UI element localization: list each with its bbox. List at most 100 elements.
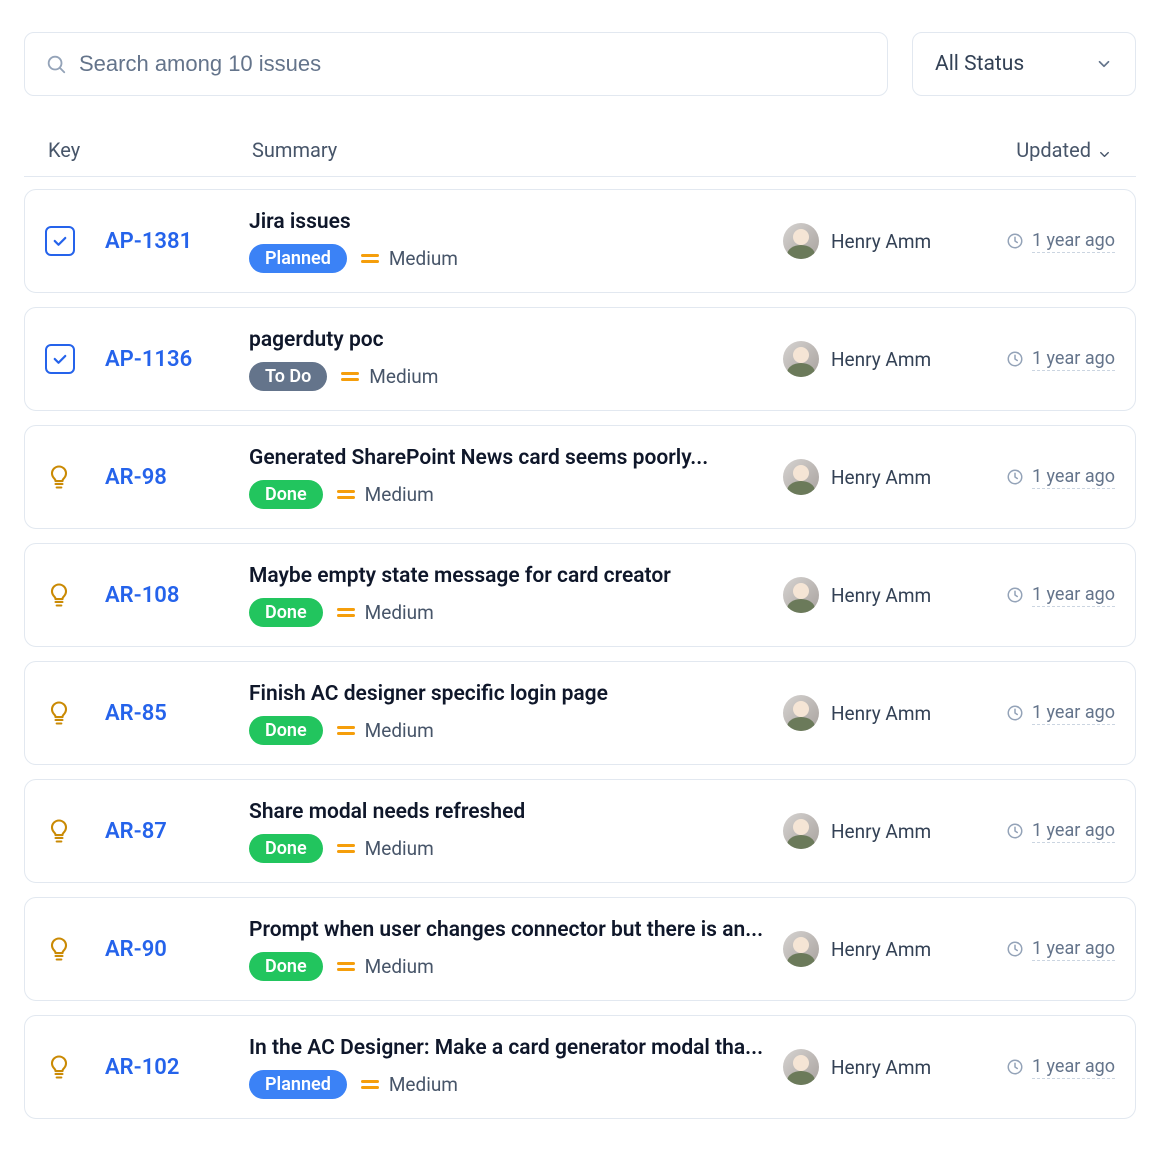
priority-label: Medium	[365, 955, 434, 978]
updated-text: 1 year ago	[1032, 466, 1115, 489]
updated: 1 year ago	[979, 584, 1115, 607]
status-filter-dropdown[interactable]: All Status	[912, 32, 1136, 96]
updated-text: 1 year ago	[1032, 348, 1115, 371]
issue-row[interactable]: AR-102 In the AC Designer: Make a card g…	[24, 1015, 1136, 1119]
assignee: Henry Amm	[783, 695, 979, 731]
issue-summary: pagerduty poc	[249, 328, 783, 352]
updated-text: 1 year ago	[1032, 938, 1115, 961]
updated: 1 year ago	[979, 348, 1115, 371]
priority-medium-icon	[337, 726, 355, 735]
clock-icon	[1006, 350, 1024, 368]
assignee: Henry Amm	[783, 931, 979, 967]
status-badge: To Do	[249, 362, 327, 391]
task-icon	[45, 226, 75, 256]
column-headers: Key Summary Updated	[24, 124, 1136, 177]
issue-type	[45, 463, 105, 491]
priority-label: Medium	[369, 365, 438, 388]
status-badge: Done	[249, 480, 323, 509]
issue-key-link[interactable]: AR-90	[105, 937, 249, 962]
assignee: Henry Amm	[783, 341, 979, 377]
search-box[interactable]	[24, 32, 888, 96]
updated-text: 1 year ago	[1032, 702, 1115, 725]
issue-key-link[interactable]: AP-1136	[105, 347, 249, 372]
priority-medium-icon	[341, 372, 359, 381]
issue-type	[45, 935, 105, 963]
column-header-summary: Summary	[252, 138, 1016, 162]
chevron-down-icon	[1097, 143, 1112, 158]
issue-key-link[interactable]: AP-1381	[105, 229, 249, 254]
priority-medium-icon	[361, 1080, 379, 1089]
issue-summary: Finish AC designer specific login page	[249, 682, 783, 706]
priority-label: Medium	[365, 719, 434, 742]
issue-key-link[interactable]: AR-87	[105, 819, 249, 844]
avatar	[783, 459, 819, 495]
issue-summary: Maybe empty state message for card creat…	[249, 564, 783, 588]
assignee: Henry Amm	[783, 813, 979, 849]
issue-row[interactable]: AP-1381 Jira issues Planned Medium Henry…	[24, 189, 1136, 293]
assignee: Henry Amm	[783, 223, 979, 259]
priority-label: Medium	[389, 247, 458, 270]
updated: 1 year ago	[979, 938, 1115, 961]
issue-row[interactable]: AR-90 Prompt when user changes connector…	[24, 897, 1136, 1001]
priority-label: Medium	[389, 1073, 458, 1096]
status-badge: Planned	[249, 244, 347, 273]
avatar	[783, 813, 819, 849]
status-badge: Done	[249, 598, 323, 627]
status-badge: Done	[249, 716, 323, 745]
priority-medium-icon	[361, 254, 379, 263]
avatar	[783, 223, 819, 259]
assignee: Henry Amm	[783, 459, 979, 495]
avatar	[783, 341, 819, 377]
clock-icon	[1006, 1058, 1024, 1076]
issue-type	[45, 581, 105, 609]
clock-icon	[1006, 586, 1024, 604]
search-input[interactable]	[79, 51, 867, 77]
issue-row[interactable]: AR-87 Share modal needs refreshed Done M…	[24, 779, 1136, 883]
task-icon	[45, 344, 75, 374]
avatar	[783, 695, 819, 731]
issue-summary: Generated SharePoint News card seems poo…	[249, 446, 783, 470]
priority: Medium	[337, 837, 434, 860]
updated: 1 year ago	[979, 702, 1115, 725]
lightbulb-icon	[45, 1053, 73, 1081]
updated: 1 year ago	[979, 1056, 1115, 1079]
issue-row[interactable]: AR-108 Maybe empty state message for car…	[24, 543, 1136, 647]
clock-icon	[1006, 704, 1024, 722]
issue-list: AP-1381 Jira issues Planned Medium Henry…	[24, 189, 1136, 1119]
updated-text: 1 year ago	[1032, 584, 1115, 607]
issue-row[interactable]: AR-85 Finish AC designer specific login …	[24, 661, 1136, 765]
priority-label: Medium	[365, 601, 434, 624]
updated: 1 year ago	[979, 820, 1115, 843]
assignee-name: Henry Amm	[831, 820, 931, 843]
assignee-name: Henry Amm	[831, 230, 931, 253]
assignee-name: Henry Amm	[831, 702, 931, 725]
priority: Medium	[341, 365, 438, 388]
avatar	[783, 931, 819, 967]
avatar	[783, 577, 819, 613]
issue-type	[45, 699, 105, 727]
priority: Medium	[337, 483, 434, 506]
issue-summary: Jira issues	[249, 210, 783, 234]
priority-medium-icon	[337, 962, 355, 971]
priority-label: Medium	[365, 837, 434, 860]
clock-icon	[1006, 468, 1024, 486]
chevron-down-icon	[1095, 55, 1113, 73]
priority-medium-icon	[337, 844, 355, 853]
assignee-name: Henry Amm	[831, 466, 931, 489]
issue-key-link[interactable]: AR-85	[105, 701, 249, 726]
issue-key-link[interactable]: AR-108	[105, 583, 249, 608]
assignee-name: Henry Amm	[831, 348, 931, 371]
column-header-updated[interactable]: Updated	[1016, 138, 1112, 162]
issue-key-link[interactable]: AR-102	[105, 1055, 249, 1080]
lightbulb-icon	[45, 817, 73, 845]
lightbulb-icon	[45, 935, 73, 963]
column-header-key: Key	[48, 138, 252, 162]
issue-key-link[interactable]: AR-98	[105, 465, 249, 490]
issue-row[interactable]: AP-1136 pagerduty poc To Do Medium Henry…	[24, 307, 1136, 411]
issue-row[interactable]: AR-98 Generated SharePoint News card see…	[24, 425, 1136, 529]
assignee-name: Henry Amm	[831, 938, 931, 961]
priority: Medium	[337, 955, 434, 978]
priority: Medium	[337, 601, 434, 624]
issue-type	[45, 344, 105, 374]
status-badge: Done	[249, 952, 323, 981]
